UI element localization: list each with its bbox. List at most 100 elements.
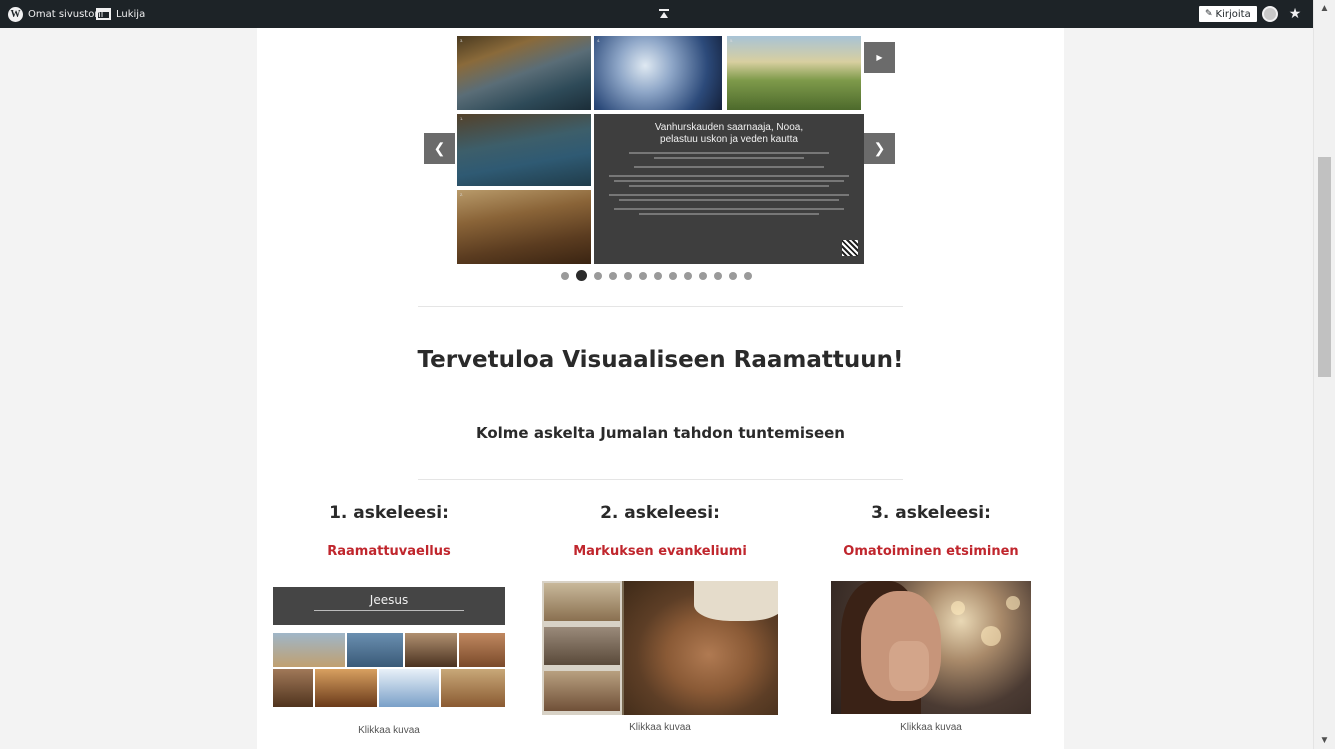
tile-number: 4. bbox=[597, 38, 601, 43]
divider bbox=[418, 306, 903, 307]
text-line bbox=[654, 157, 804, 159]
step-heading: 1. askeleesi: bbox=[329, 503, 449, 523]
image-side-panel bbox=[542, 581, 622, 715]
slider-dot[interactable] bbox=[714, 271, 722, 280]
slide-tile-crowd: 2. bbox=[457, 190, 591, 264]
step-heading: 3. askeleesi: bbox=[871, 503, 991, 523]
profile-menu[interactable] bbox=[1262, 0, 1278, 28]
tile-number: 3. bbox=[460, 38, 464, 43]
pen-icon: ✎ bbox=[1205, 9, 1213, 19]
wordpress-logo-icon: W bbox=[8, 6, 23, 22]
welcome-subtitle: Kolme askelta Jumalan tahdon tuntemiseen bbox=[476, 424, 845, 442]
reader-menu[interactable]: Lukija bbox=[96, 0, 145, 28]
image-tile bbox=[315, 669, 377, 707]
slider-dot[interactable] bbox=[576, 270, 587, 281]
slide-tile-sea: 3. bbox=[457, 36, 591, 110]
jesus-banner-title: Jeesus bbox=[369, 593, 409, 607]
step-2-caption: Klikkaa kuvaa bbox=[629, 722, 691, 733]
image-tile bbox=[544, 583, 620, 621]
tile-number: 5. bbox=[730, 38, 734, 43]
page-content: 3. 4. 5. 1. 2. Vanhurskauden saarnaaja, … bbox=[257, 28, 1064, 749]
write-button[interactable]: ✎ Kirjoita bbox=[1199, 0, 1257, 28]
text-line bbox=[609, 175, 849, 177]
slider-dot[interactable] bbox=[624, 271, 632, 280]
slider-dot[interactable] bbox=[609, 271, 617, 280]
chevron-right-icon: ❯ bbox=[873, 140, 886, 156]
slider-next-small-button[interactable]: ▶ bbox=[864, 42, 895, 73]
jesus-banner: Jeesus bbox=[273, 587, 505, 625]
image-hands bbox=[889, 641, 929, 691]
step-2-image[interactable] bbox=[542, 581, 778, 715]
text-line bbox=[619, 199, 839, 201]
step-1-image[interactable]: Jeesus bbox=[273, 585, 505, 711]
step-link-markuksen-evankeliumi[interactable]: Markuksen evankeliumi bbox=[530, 544, 790, 559]
banner-rule bbox=[314, 610, 464, 611]
step-1: 1. askeleesi: Raamattuvaellus bbox=[259, 503, 519, 559]
image-tile bbox=[405, 633, 457, 667]
notification-icon: ★ bbox=[1288, 6, 1302, 22]
slider-next-button[interactable]: ❯ bbox=[864, 133, 895, 164]
text-line bbox=[639, 213, 819, 215]
slider-dot[interactable] bbox=[561, 271, 569, 280]
turban-shape bbox=[694, 581, 778, 621]
image-tile bbox=[441, 669, 505, 707]
step-heading: 2. askeleesi: bbox=[600, 503, 720, 523]
bokeh-light bbox=[951, 601, 965, 615]
scroll-down-arrow-icon[interactable]: ▼ bbox=[1314, 732, 1335, 749]
step-3-caption: Klikkaa kuvaa bbox=[900, 722, 962, 733]
image-tile bbox=[379, 669, 439, 707]
text-line bbox=[609, 194, 849, 196]
image-tile bbox=[347, 633, 403, 667]
divider bbox=[418, 479, 903, 480]
image-slider[interactable]: 3. 4. 5. 1. 2. Vanhurskauden saarnaaja, … bbox=[457, 36, 864, 264]
text-line bbox=[629, 152, 829, 154]
slider-dot[interactable] bbox=[684, 271, 692, 280]
slider-pagination bbox=[561, 270, 752, 281]
slider-prev-button[interactable]: ❮ bbox=[424, 133, 455, 164]
slider-dot[interactable] bbox=[699, 271, 707, 280]
my-sites-label: Omat sivustoni bbox=[28, 8, 104, 20]
slider-dot[interactable] bbox=[594, 271, 602, 280]
bokeh-light bbox=[981, 626, 1001, 646]
my-sites-menu[interactable]: W Omat sivustoni bbox=[8, 0, 103, 28]
slider-dot[interactable] bbox=[654, 271, 662, 280]
write-label: Kirjoita bbox=[1215, 8, 1251, 20]
step-3-image[interactable] bbox=[831, 581, 1031, 714]
play-icon: ▶ bbox=[876, 53, 883, 62]
reader-icon bbox=[96, 8, 111, 20]
bokeh-light bbox=[1006, 596, 1020, 610]
slide-tile-flood: 1. bbox=[457, 114, 591, 186]
notifications-button[interactable]: ★ bbox=[1287, 0, 1303, 28]
admin-bar: W Omat sivustoni Lukija ✎ Kirjoita ★ bbox=[0, 0, 1313, 28]
slide-text-panel: Vanhurskauden saarnaaja, Nooa, pelastuu … bbox=[594, 114, 864, 264]
slide-panel-title: Vanhurskauden saarnaaja, Nooa, pelastuu … bbox=[654, 122, 804, 145]
collapse-button[interactable] bbox=[659, 0, 669, 28]
text-line bbox=[614, 180, 844, 182]
image-tile bbox=[459, 633, 505, 667]
slider-dot[interactable] bbox=[639, 271, 647, 280]
image-portrait bbox=[624, 581, 778, 715]
slider-dot[interactable] bbox=[669, 271, 677, 280]
step-link-omatoiminen-etsiminen[interactable]: Omatoiminen etsiminen bbox=[801, 544, 1061, 559]
image-tile bbox=[273, 633, 345, 667]
text-line bbox=[629, 185, 829, 187]
tile-number: 2. bbox=[460, 192, 464, 197]
step-2: 2. askeleesi: Markuksen evankeliumi bbox=[530, 503, 790, 559]
scroll-up-arrow-icon[interactable]: ▲ bbox=[1314, 0, 1335, 17]
qr-code-icon bbox=[842, 240, 858, 256]
page-scrollbar[interactable]: ▲ ▼ bbox=[1313, 0, 1335, 749]
chevron-left-icon: ❮ bbox=[433, 140, 446, 156]
collapse-up-icon bbox=[659, 9, 669, 19]
avatar bbox=[1262, 6, 1278, 22]
welcome-title: Tervetuloa Visuaaliseen Raamattuun! bbox=[417, 347, 904, 373]
text-line bbox=[634, 166, 824, 168]
step-1-caption: Klikkaa kuvaa bbox=[358, 725, 420, 736]
text-line bbox=[614, 208, 844, 210]
image-tile bbox=[544, 671, 620, 711]
step-link-raamattuvaellus[interactable]: Raamattuvaellus bbox=[259, 544, 519, 559]
slider-dot[interactable] bbox=[729, 271, 737, 280]
slider-dot[interactable] bbox=[744, 271, 752, 280]
step-3: 3. askeleesi: Omatoiminen etsiminen bbox=[801, 503, 1061, 559]
reader-label: Lukija bbox=[116, 8, 146, 20]
scroll-thumb[interactable] bbox=[1318, 157, 1331, 377]
